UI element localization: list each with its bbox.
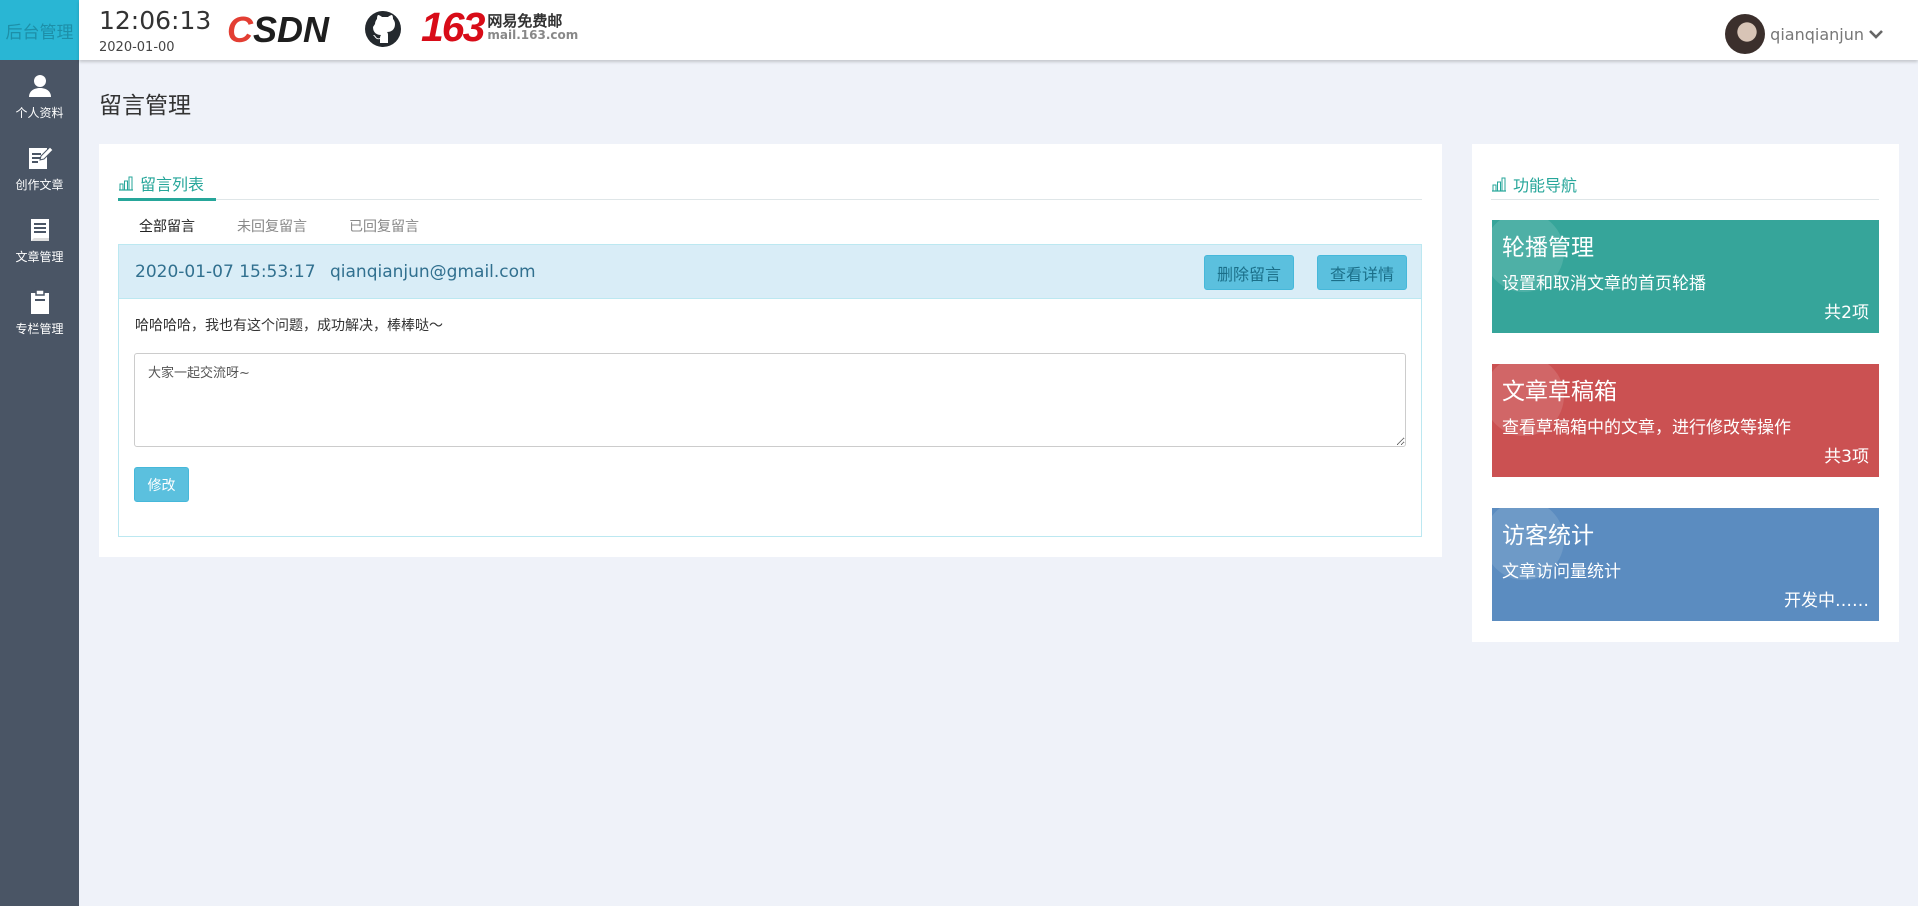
card-title: 文章草稿箱 bbox=[1502, 379, 1617, 405]
bar-chart-icon bbox=[119, 176, 133, 191]
sidebar-item-label: 创作文章 bbox=[15, 177, 64, 192]
card-count: 共2项 bbox=[1824, 303, 1869, 323]
brand-title[interactable]: 后台管理 bbox=[0, 0, 79, 60]
tab-unreplied-messages[interactable]: 未回复留言 bbox=[216, 210, 328, 242]
csdn-logo[interactable]: CSDN bbox=[227, 9, 329, 51]
card-title: 访客统计 bbox=[1502, 523, 1594, 549]
card-count: 开发中…… bbox=[1784, 591, 1869, 611]
user-menu[interactable]: qianqianjun bbox=[1725, 14, 1884, 54]
visitor-stats-card[interactable]: 访客统计 文章访问量统计 开发中…… bbox=[1492, 508, 1879, 621]
card-count: 共3项 bbox=[1824, 447, 1869, 467]
sidebar-item-label: 个人资料 bbox=[15, 105, 64, 120]
clock: 12:06:13 2020-01-00 bbox=[99, 8, 211, 55]
clock-time: 12:06:13 bbox=[99, 6, 212, 35]
username: qianqianjun bbox=[1770, 24, 1864, 44]
user-icon bbox=[28, 74, 51, 97]
message-header: 2020-01-07 15:53:17 qianqianjun@gmail.co… bbox=[119, 245, 1421, 299]
card-description: 设置和取消文章的首页轮播 bbox=[1502, 274, 1706, 294]
delete-message-button[interactable]: 删除留言 bbox=[1204, 255, 1295, 290]
message-content: 哈哈哈哈，我也有这个问题，成功解决，棒棒哒～ bbox=[135, 318, 443, 334]
bar-chart-icon bbox=[1492, 177, 1506, 192]
tab-all-messages[interactable]: 全部留言 bbox=[118, 210, 216, 242]
card-description: 查看草稿箱中的文章，进行修改等操作 bbox=[1502, 418, 1791, 438]
clipboard-icon bbox=[30, 288, 49, 314]
sidebar-item-column-management[interactable]: 专栏管理 bbox=[0, 276, 79, 348]
document-icon bbox=[30, 218, 49, 241]
message-filter-tabs: 全部留言 未回复留言 已回复留言 bbox=[118, 210, 440, 242]
sidebar-item-profile[interactable]: 个人资料 bbox=[0, 60, 79, 132]
sidebar-item-article-management[interactable]: 文章管理 bbox=[0, 204, 79, 276]
carousel-management-card[interactable]: 轮播管理 设置和取消文章的首页轮播 共2项 bbox=[1492, 220, 1879, 333]
message-card: 2020-01-07 15:53:17 qianqianjun@gmail.co… bbox=[118, 244, 1422, 537]
reply-textarea[interactable]: 大家一起交流呀~ bbox=[134, 353, 1406, 447]
messages-panel-title: 留言列表 bbox=[140, 174, 205, 194]
page-title: 留言管理 bbox=[99, 93, 191, 119]
messages-panel-header: 留言列表 bbox=[118, 167, 1422, 201]
sidebar-item-label: 专栏管理 bbox=[15, 321, 64, 336]
avatar bbox=[1725, 14, 1766, 54]
messages-panel: 留言列表 全部留言 未回复留言 已回复留言 2020-01-07 15:53:1… bbox=[99, 144, 1442, 557]
sidebar-item-label: 文章管理 bbox=[15, 249, 64, 264]
sidebar: 后台管理 个人资料 创作文章 文章管理 专栏管理 bbox=[0, 0, 79, 906]
edit-reply-button[interactable]: 修改 bbox=[134, 467, 189, 502]
view-details-button[interactable]: 查看详情 bbox=[1317, 255, 1408, 290]
function-nav-title: 功能导航 bbox=[1513, 176, 1578, 195]
tab-message-list[interactable]: 留言列表 bbox=[118, 167, 217, 201]
edit-icon bbox=[28, 145, 54, 169]
card-description: 文章访问量统计 bbox=[1502, 562, 1621, 582]
github-icon[interactable] bbox=[364, 10, 402, 48]
drafts-card[interactable]: 文章草稿箱 查看草稿箱中的文章，进行修改等操作 共3项 bbox=[1492, 364, 1879, 477]
function-nav-panel: 功能导航 轮播管理 设置和取消文章的首页轮播 共2项 文章草稿箱 查看草稿箱中的… bbox=[1472, 144, 1899, 642]
chevron-down-icon bbox=[1869, 30, 1883, 39]
tab-replied-messages[interactable]: 已回复留言 bbox=[328, 210, 440, 242]
sidebar-item-create-article[interactable]: 创作文章 bbox=[0, 132, 79, 204]
message-datetime: 2020-01-07 15:53:17 bbox=[135, 262, 316, 282]
function-nav-title-wrap: 功能导航 bbox=[1491, 167, 1589, 201]
mail-163-logo[interactable]: 163 网易免费邮 mail.163.com bbox=[421, 4, 578, 51]
top-header: 12:06:13 2020-01-00 CSDN 163 网易免费邮 mail.… bbox=[79, 0, 1918, 60]
clock-date: 2020-01-00 bbox=[99, 40, 175, 55]
function-nav-header: 功能导航 bbox=[1491, 168, 1879, 200]
card-title: 轮播管理 bbox=[1502, 235, 1594, 261]
message-email: qianqianjun@gmail.com bbox=[330, 262, 536, 282]
